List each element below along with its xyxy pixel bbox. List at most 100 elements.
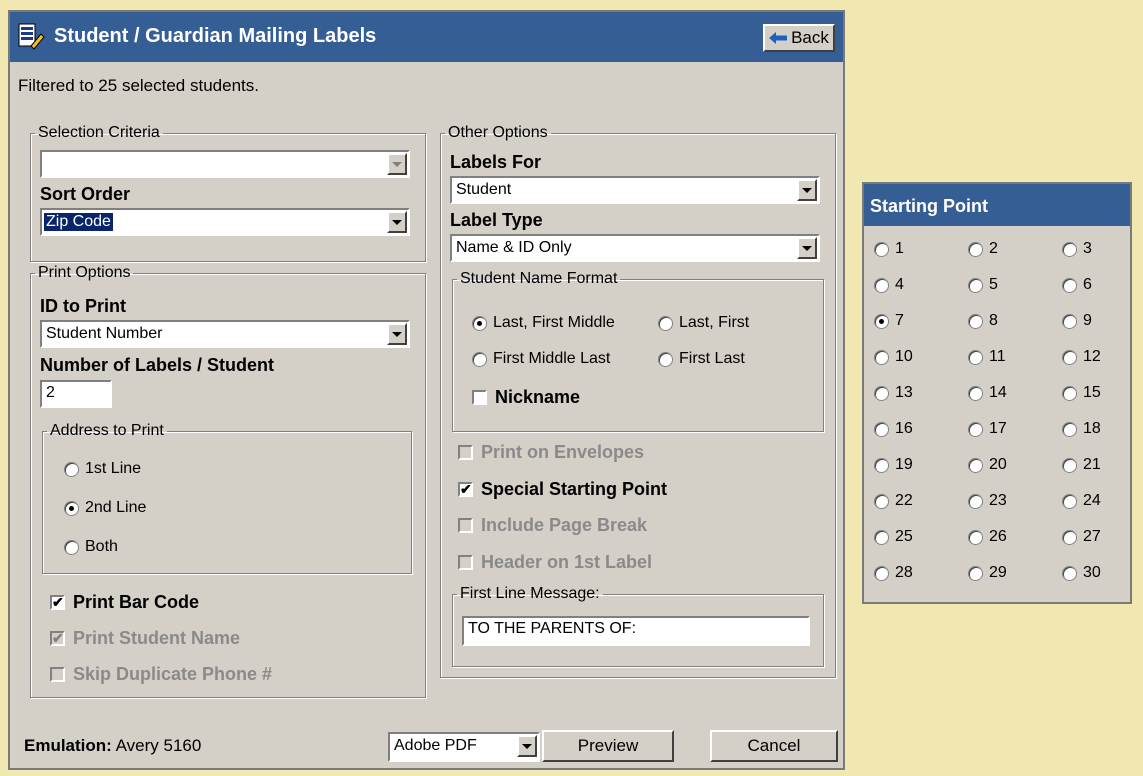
radio-icon [1062, 349, 1077, 365]
skip-duplicate-phone-checkbox[interactable]: Skip Duplicate Phone # [50, 664, 272, 685]
radio-icon [874, 421, 889, 437]
label-type-select[interactable]: Name & ID Only [450, 234, 820, 262]
address-radio-1st-line[interactable]: 1st Line [64, 460, 141, 478]
print-on-envelopes-checkbox[interactable]: Print on Envelopes [458, 442, 644, 463]
name-format-label: Last, First Middle [493, 314, 615, 331]
label-type-value: Name & ID Only [456, 239, 572, 256]
radio-icon [968, 277, 983, 293]
starting-point-label: 1 [895, 240, 904, 257]
radio-icon [64, 500, 79, 516]
starting-point-radio-8[interactable]: 8 [968, 312, 998, 330]
labels-for-value: Student [456, 181, 512, 198]
labels-for-select[interactable]: Student [450, 176, 820, 204]
starting-point-radio-5[interactable]: 5 [968, 276, 998, 294]
skip-duplicate-phone-label: Skip Duplicate Phone # [73, 664, 273, 684]
title-bar: Student / Guardian Mailing Labels Back [10, 12, 843, 62]
first-line-message-input[interactable]: TO THE PARENTS OF: [462, 616, 810, 646]
starting-point-radio-17[interactable]: 17 [968, 420, 1007, 438]
starting-point-radio-14[interactable]: 14 [968, 384, 1007, 402]
radio-icon [1062, 529, 1077, 545]
chevron-down-icon [387, 211, 407, 233]
preview-button[interactable]: Preview [542, 730, 674, 762]
address-to-print-legend: Address to Print [50, 422, 164, 439]
header-on-1st-label-checkbox[interactable]: Header on 1st Label [458, 552, 652, 573]
radio-icon [472, 351, 487, 367]
starting-point-radio-2[interactable]: 2 [968, 240, 998, 258]
id-to-print-select[interactable]: Student Number [40, 320, 410, 348]
back-button[interactable]: Back [763, 24, 835, 52]
radio-icon [1062, 385, 1077, 401]
address-radio-both[interactable]: Both [64, 538, 118, 556]
starting-point-radio-1[interactable]: 1 [874, 240, 904, 258]
starting-point-radio-22[interactable]: 22 [874, 492, 913, 510]
starting-point-radio-10[interactable]: 10 [874, 348, 913, 366]
starting-point-radio-29[interactable]: 29 [968, 564, 1007, 582]
radio-icon [874, 493, 889, 509]
cancel-button[interactable]: Cancel [710, 730, 838, 762]
print-bar-code-checkbox[interactable]: ✔ Print Bar Code [50, 592, 199, 613]
starting-point-radio-18[interactable]: 18 [1062, 420, 1101, 438]
name-format-radio-last-first-middle[interactable]: Last, First Middle [472, 314, 615, 332]
radio-icon [874, 349, 889, 365]
num-labels-input[interactable]: 2 [40, 380, 112, 408]
selection-criteria-select[interactable] [40, 150, 410, 178]
chevron-down-icon [517, 735, 537, 757]
starting-point-radio-28[interactable]: 28 [874, 564, 913, 582]
starting-point-label: 19 [895, 456, 913, 473]
starting-point-radio-9[interactable]: 9 [1062, 312, 1092, 330]
starting-point-label: 25 [895, 528, 913, 545]
starting-point-radio-16[interactable]: 16 [874, 420, 913, 438]
starting-point-radio-30[interactable]: 30 [1062, 564, 1101, 582]
starting-point-radio-11[interactable]: 11 [968, 348, 1006, 366]
checkbox-icon: ✔ [458, 481, 473, 497]
special-starting-point-checkbox[interactable]: ✔ Special Starting Point [458, 479, 667, 500]
address-option-label: 2nd Line [85, 499, 147, 516]
starting-point-label: 18 [1083, 420, 1101, 437]
checkbox-icon: ✔ [50, 630, 65, 646]
name-format-radio-last-first[interactable]: Last, First [658, 314, 749, 332]
radio-icon [1062, 493, 1077, 509]
radio-icon [968, 241, 983, 257]
radio-icon [658, 315, 673, 331]
print-options-legend: Print Options [38, 264, 131, 281]
id-to-print-label: ID to Print [40, 296, 126, 316]
output-format-select[interactable]: Adobe PDF [388, 732, 540, 762]
starting-point-radio-3[interactable]: 3 [1062, 240, 1092, 258]
starting-point-radio-4[interactable]: 4 [874, 276, 904, 294]
print-on-envelopes-label: Print on Envelopes [481, 442, 645, 462]
starting-point-radio-23[interactable]: 23 [968, 492, 1007, 510]
starting-point-radio-12[interactable]: 12 [1062, 348, 1101, 366]
checkbox-icon [472, 390, 487, 405]
starting-point-radio-26[interactable]: 26 [968, 528, 1007, 546]
starting-point-radio-20[interactable]: 20 [968, 456, 1007, 474]
nickname-checkbox[interactable]: Nickname [472, 387, 580, 408]
include-page-break-checkbox[interactable]: Include Page Break [458, 515, 647, 536]
checkbox-icon [458, 445, 473, 460]
address-radio-2nd-line[interactable]: 2nd Line [64, 499, 146, 517]
starting-point-radio-15[interactable]: 15 [1062, 384, 1101, 402]
name-format-radio-first-middle-last[interactable]: First Middle Last [472, 350, 610, 368]
radio-icon [968, 313, 983, 329]
starting-point-radio-13[interactable]: 13 [874, 384, 913, 402]
starting-point-radio-24[interactable]: 24 [1062, 492, 1101, 510]
starting-point-label: 4 [895, 276, 904, 293]
starting-point-radio-21[interactable]: 21 [1062, 456, 1101, 474]
selection-criteria-legend: Selection Criteria [38, 124, 160, 141]
starting-point-radio-6[interactable]: 6 [1062, 276, 1092, 294]
print-student-name-label: Print Student Name [73, 628, 241, 648]
starting-point-radio-19[interactable]: 19 [874, 456, 913, 474]
sort-order-select[interactable]: Zip Code [40, 208, 410, 236]
radio-icon [968, 421, 983, 437]
starting-point-title: Starting Point [864, 184, 1130, 226]
starting-point-label: 26 [989, 528, 1007, 545]
starting-point-radio-25[interactable]: 25 [874, 528, 913, 546]
radio-icon [874, 241, 889, 257]
print-student-name-checkbox[interactable]: ✔ Print Student Name [50, 628, 240, 649]
starting-point-label: 12 [1083, 348, 1101, 365]
starting-point-label: 28 [895, 564, 913, 581]
radio-icon [874, 313, 889, 329]
starting-point-radio-27[interactable]: 27 [1062, 528, 1101, 546]
starting-point-radio-7[interactable]: 7 [874, 312, 904, 330]
name-format-radio-first-last[interactable]: First Last [658, 350, 745, 368]
starting-point-label: 8 [989, 312, 998, 329]
